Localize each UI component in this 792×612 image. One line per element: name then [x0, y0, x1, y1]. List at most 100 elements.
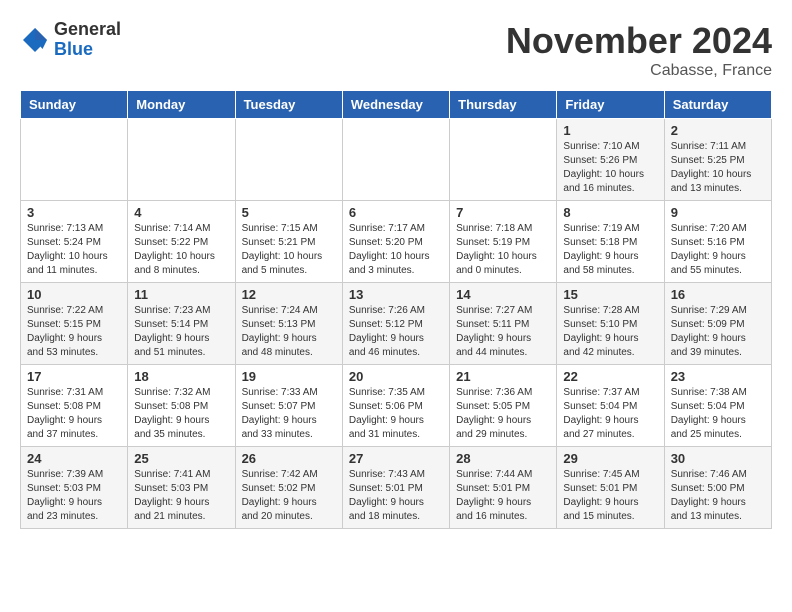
- calendar-cell: 2Sunrise: 7:11 AM Sunset: 5:25 PM Daylig…: [664, 119, 771, 201]
- day-info: Sunrise: 7:46 AM Sunset: 5:00 PM Dayligh…: [671, 468, 765, 524]
- calendar-cell: 10 Sunrise: 7:22 AM Sunset: 5:15 PM Dayli…: [21, 283, 128, 365]
- day-info: Sunrise: 7:28 AM Sunset: 5:10 PM Dayligh…: [563, 304, 657, 360]
- calendar-week-row: 17Sunrise: 7:31 AM Sunset: 5:08 PM Dayli…: [21, 365, 772, 447]
- day-number: 30: [671, 451, 765, 466]
- day-number: 25: [134, 451, 228, 466]
- day-info: Sunrise: 7:22 AM Sunset: 5:15 PM Dayligh…: [27, 304, 121, 360]
- calendar-cell: 11 Sunrise: 7:23 AM Sunset: 5:14 PM Dayli…: [128, 283, 235, 365]
- calendar-cell: [450, 119, 557, 201]
- calendar-cell: 18 Sunrise: 7:32 AM Sunset: 5:08 PM Dayli…: [128, 365, 235, 447]
- day-info: Sunrise: 7:35 AM Sunset: 5:06 PM Dayligh…: [349, 386, 443, 442]
- calendar-week-row: 10 Sunrise: 7:22 AM Sunset: 5:15 PM Dayli…: [21, 283, 772, 365]
- calendar-cell: 24 Sunrise: 7:39 AM Sunset: 5:03 PM Dayli…: [21, 447, 128, 529]
- calendar-cell: 1 Sunrise: 7:10 AM Sunset: 5:26 PM Daylig…: [557, 119, 664, 201]
- day-info: Sunrise: 7:26 AM Sunset: 5:12 PM Dayligh…: [349, 304, 443, 360]
- day-header: Friday: [557, 91, 664, 119]
- calendar-week-row: 24 Sunrise: 7:39 AM Sunset: 5:03 PM Dayli…: [21, 447, 772, 529]
- day-info: Sunrise: 7:10 AM Sunset: 5:26 PM Dayligh…: [563, 140, 657, 196]
- calendar-cell: 6 Sunrise: 7:17 AM Sunset: 5:20 PM Daylig…: [342, 201, 449, 283]
- day-info: Sunrise: 7:43 AM Sunset: 5:01 PM Dayligh…: [349, 468, 443, 524]
- calendar-cell: 12Sunrise: 7:24 AM Sunset: 5:13 PM Dayli…: [235, 283, 342, 365]
- calendar-week-row: 3 Sunrise: 7:13 AM Sunset: 5:24 PM Daylig…: [21, 201, 772, 283]
- day-info: Sunrise: 7:11 AM Sunset: 5:25 PM Dayligh…: [671, 140, 765, 196]
- day-number: 21: [456, 369, 550, 384]
- day-info: Sunrise: 7:13 AM Sunset: 5:24 PM Dayligh…: [27, 222, 121, 278]
- day-info: Sunrise: 7:42 AM Sunset: 5:02 PM Dayligh…: [242, 468, 336, 524]
- calendar-cell: 5 Sunrise: 7:15 AM Sunset: 5:21 PM Daylig…: [235, 201, 342, 283]
- day-info: Sunrise: 7:29 AM Sunset: 5:09 PM Dayligh…: [671, 304, 765, 360]
- day-number: 11: [134, 287, 228, 302]
- day-info: Sunrise: 7:33 AM Sunset: 5:07 PM Dayligh…: [242, 386, 336, 442]
- calendar-cell: 25 Sunrise: 7:41 AM Sunset: 5:03 PM Dayli…: [128, 447, 235, 529]
- day-info: Sunrise: 7:18 AM Sunset: 5:19 PM Dayligh…: [456, 222, 550, 278]
- day-header: Tuesday: [235, 91, 342, 119]
- calendar-cell: 15 Sunrise: 7:28 AM Sunset: 5:10 PM Dayli…: [557, 283, 664, 365]
- day-number: 13: [349, 287, 443, 302]
- day-number: 27: [349, 451, 443, 466]
- page-header: General Blue November 2024 Cabasse, Fran…: [20, 20, 772, 80]
- calendar-cell: 22 Sunrise: 7:37 AM Sunset: 5:04 PM Dayli…: [557, 365, 664, 447]
- day-number: 29: [563, 451, 657, 466]
- day-header: Sunday: [21, 91, 128, 119]
- day-info: Sunrise: 7:32 AM Sunset: 5:08 PM Dayligh…: [134, 386, 228, 442]
- calendar-header-row: SundayMondayTuesdayWednesdayThursdayFrid…: [21, 91, 772, 119]
- calendar-week-row: 1 Sunrise: 7:10 AM Sunset: 5:26 PM Daylig…: [21, 119, 772, 201]
- calendar-cell: 19Sunrise: 7:33 AM Sunset: 5:07 PM Dayli…: [235, 365, 342, 447]
- location-subtitle: Cabasse, France: [506, 62, 772, 80]
- day-number: 8: [563, 205, 657, 220]
- calendar-cell: [128, 119, 235, 201]
- calendar-cell: 20 Sunrise: 7:35 AM Sunset: 5:06 PM Dayli…: [342, 365, 449, 447]
- title-block: November 2024 Cabasse, France: [506, 20, 772, 80]
- day-info: Sunrise: 7:23 AM Sunset: 5:14 PM Dayligh…: [134, 304, 228, 360]
- calendar-cell: 16 Sunrise: 7:29 AM Sunset: 5:09 PM Dayli…: [664, 283, 771, 365]
- calendar-cell: 13 Sunrise: 7:26 AM Sunset: 5:12 PM Dayli…: [342, 283, 449, 365]
- calendar-cell: 17Sunrise: 7:31 AM Sunset: 5:08 PM Dayli…: [21, 365, 128, 447]
- day-header: Monday: [128, 91, 235, 119]
- day-info: Sunrise: 7:39 AM Sunset: 5:03 PM Dayligh…: [27, 468, 121, 524]
- day-number: 23: [671, 369, 765, 384]
- day-number: 3: [27, 205, 121, 220]
- day-number: 24: [27, 451, 121, 466]
- calendar-cell: 21Sunrise: 7:36 AM Sunset: 5:05 PM Dayli…: [450, 365, 557, 447]
- calendar-cell: 26 Sunrise: 7:42 AM Sunset: 5:02 PM Dayli…: [235, 447, 342, 529]
- day-number: 6: [349, 205, 443, 220]
- day-header: Thursday: [450, 91, 557, 119]
- day-info: Sunrise: 7:27 AM Sunset: 5:11 PM Dayligh…: [456, 304, 550, 360]
- day-info: Sunrise: 7:41 AM Sunset: 5:03 PM Dayligh…: [134, 468, 228, 524]
- day-number: 20: [349, 369, 443, 384]
- calendar-cell: 14 Sunrise: 7:27 AM Sunset: 5:11 PM Dayli…: [450, 283, 557, 365]
- logo-text: General Blue: [54, 20, 121, 60]
- month-title: November 2024: [506, 20, 772, 62]
- day-info: Sunrise: 7:15 AM Sunset: 5:21 PM Dayligh…: [242, 222, 336, 278]
- day-number: 4: [134, 205, 228, 220]
- calendar-cell: 7 Sunrise: 7:18 AM Sunset: 5:19 PM Daylig…: [450, 201, 557, 283]
- day-info: Sunrise: 7:37 AM Sunset: 5:04 PM Dayligh…: [563, 386, 657, 442]
- calendar-cell: 8 Sunrise: 7:19 AM Sunset: 5:18 PM Daylig…: [557, 201, 664, 283]
- day-info: Sunrise: 7:20 AM Sunset: 5:16 PM Dayligh…: [671, 222, 765, 278]
- calendar-cell: [21, 119, 128, 201]
- calendar-cell: 23 Sunrise: 7:38 AM Sunset: 5:04 PM Dayli…: [664, 365, 771, 447]
- day-number: 16: [671, 287, 765, 302]
- calendar-cell: 30 Sunrise: 7:46 AM Sunset: 5:00 PM Dayli…: [664, 447, 771, 529]
- day-info: Sunrise: 7:14 AM Sunset: 5:22 PM Dayligh…: [134, 222, 228, 278]
- day-info: Sunrise: 7:38 AM Sunset: 5:04 PM Dayligh…: [671, 386, 765, 442]
- day-number: 10: [27, 287, 121, 302]
- calendar-cell: [235, 119, 342, 201]
- day-number: 1: [563, 123, 657, 138]
- logo-blue: Blue: [54, 40, 121, 60]
- day-number: 26: [242, 451, 336, 466]
- day-number: 15: [563, 287, 657, 302]
- day-number: 18: [134, 369, 228, 384]
- day-number: 5: [242, 205, 336, 220]
- day-number: 7: [456, 205, 550, 220]
- day-info: Sunrise: 7:45 AM Sunset: 5:01 PM Dayligh…: [563, 468, 657, 524]
- day-number: 22: [563, 369, 657, 384]
- day-info: Sunrise: 7:17 AM Sunset: 5:20 PM Dayligh…: [349, 222, 443, 278]
- day-header: Saturday: [664, 91, 771, 119]
- calendar-cell: 9 Sunrise: 7:20 AM Sunset: 5:16 PM Daylig…: [664, 201, 771, 283]
- day-number: 14: [456, 287, 550, 302]
- day-number: 9: [671, 205, 765, 220]
- day-number: 28: [456, 451, 550, 466]
- day-info: Sunrise: 7:24 AM Sunset: 5:13 PM Dayligh…: [242, 304, 336, 360]
- day-info: Sunrise: 7:19 AM Sunset: 5:18 PM Dayligh…: [563, 222, 657, 278]
